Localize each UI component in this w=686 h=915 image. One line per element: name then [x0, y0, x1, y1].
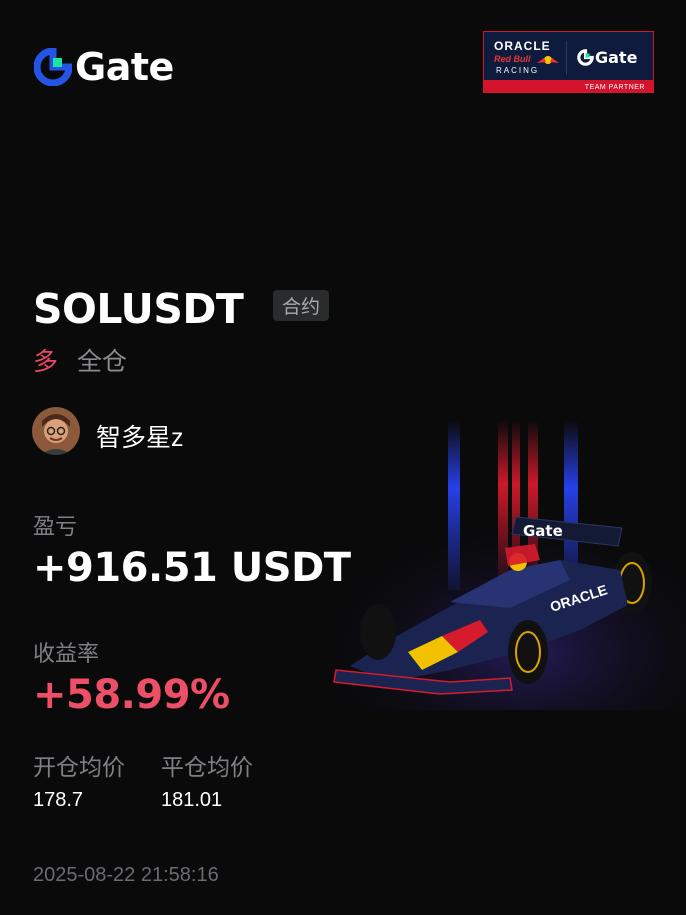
close-price-value: 181.01: [161, 789, 223, 811]
position-direction: 多: [33, 348, 59, 376]
badge-oracle-text: ORACLE: [494, 39, 551, 53]
margin-mode: 全仓: [77, 348, 128, 376]
badge-footer-text: TEAM PARTNER: [584, 84, 645, 91]
contract-type-tag: 合约: [273, 290, 329, 321]
badge-racing-text: RACING: [496, 66, 540, 75]
roi-label: 收益率: [33, 641, 100, 666]
timestamp: 2025-08-22 21:58:16: [33, 864, 219, 886]
open-price-label: 开仓均价: [33, 754, 125, 780]
user-avatar-icon: [32, 407, 80, 455]
username: 智多星z: [96, 424, 184, 452]
badge-divider: [566, 41, 567, 75]
badge-gate-logo: Gate: [577, 48, 637, 67]
badge-gate-text: Gate: [595, 48, 638, 67]
f1-car-image: Gate ORACLE: [330, 420, 686, 710]
open-price-value: 178.7: [33, 789, 84, 811]
gate-logo-icon: [577, 49, 594, 66]
avatar: [32, 407, 80, 455]
pnl-value: +916.51 USDT: [33, 545, 351, 591]
svg-text:Gate: Gate: [523, 522, 563, 540]
trading-pair-title: SOLUSDT: [33, 285, 244, 333]
redbull-logo-icon: [537, 56, 559, 64]
badge-redbull-text: Red Bull: [494, 54, 531, 64]
gate-logo: Gate: [34, 48, 174, 86]
team-partner-badge: ORACLE Red Bull RACING Gate TEAM PARTNER: [483, 31, 654, 93]
close-price-label: 平仓均价: [161, 754, 253, 780]
roi-value: +58.99%: [33, 672, 230, 718]
brand-name: Gate: [75, 45, 174, 89]
gate-logo-icon: [34, 48, 72, 86]
pnl-label: 盈亏: [33, 514, 78, 539]
